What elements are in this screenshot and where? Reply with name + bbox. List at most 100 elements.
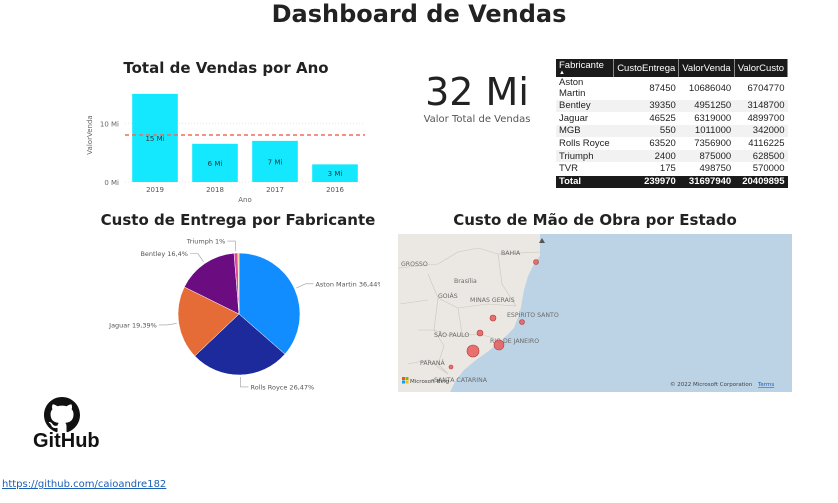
table-cell: 1011000	[678, 124, 735, 138]
column-header-valorvenda[interactable]: ValorVenda	[678, 59, 735, 77]
bing-logo-text: Microsoft Bing	[410, 379, 449, 385]
pie-data-label: Bentley 16,4%	[140, 250, 188, 258]
column-header-custoentrega[interactable]: CustoEntrega	[613, 59, 680, 77]
bar-data-label: 15 Mi	[145, 135, 164, 143]
table-total-cell: 31697940	[678, 175, 735, 189]
map-bubble[interactable]	[493, 339, 505, 351]
table-cell: Jaguar	[556, 112, 614, 126]
map-terms-link[interactable]: Terms	[757, 382, 774, 388]
table-total-cell: Total	[556, 175, 614, 189]
pie-leader-line	[239, 376, 249, 388]
map-label-parana: PARANÁ	[420, 358, 445, 367]
table-cell: MGB	[556, 124, 614, 138]
table-cell: Rolls Royce	[556, 137, 614, 151]
map-visual[interactable]: BAHIA GROSSO Brasília GOIÁS MINAS GERAIS…	[398, 234, 792, 392]
table-cell: 875000	[678, 149, 735, 163]
pie-leader-line	[296, 283, 314, 289]
pie-leader-line	[158, 323, 177, 326]
map-bubble[interactable]	[489, 314, 497, 322]
pie-leader-line	[189, 253, 204, 263]
github-icon	[44, 397, 80, 433]
table-cell: 342000	[734, 124, 788, 138]
table-cell: 46525	[613, 112, 679, 126]
map-label-goias: GOIÁS	[438, 291, 458, 300]
table-cell: 7356900	[678, 137, 735, 151]
table-row: MGB 550 1011000 342000	[556, 124, 788, 138]
bar-chart-title: Total de Vendas por Ano	[123, 59, 329, 77]
map-label-brasilia: Brasília	[454, 277, 477, 285]
map-bubble[interactable]	[448, 364, 454, 370]
bar-chart[interactable]: 0 Mi 10 Mi 15 Mi 2019 6 Mi 2018 7 Mi 2017 3 Mi 20…	[80, 82, 370, 207]
table-cell: Triumph	[556, 149, 614, 163]
table-cell: 570000	[734, 162, 788, 176]
column-header-valorcusto[interactable]: ValorCusto	[734, 59, 789, 77]
table-cell: 39350	[613, 99, 679, 113]
table-total-row: Total 239970 31697940 20409895	[556, 175, 788, 189]
y-tick-label: 10 Mi	[100, 120, 119, 128]
y-tick-label: 0 Mi	[104, 179, 119, 187]
table-cell: 6704770	[734, 77, 788, 100]
table-row: Triumph 2400 875000 628500	[556, 149, 788, 163]
map-bubble[interactable]	[519, 319, 525, 325]
table-cell: Aston Martin	[556, 77, 614, 100]
map-bubble[interactable]	[466, 344, 480, 358]
table-row: Rolls Royce 63520 7356900 4116225	[556, 137, 788, 151]
table-cell: 87450	[613, 77, 679, 100]
table-row: TVR 175 498750 570000	[556, 162, 788, 176]
github-link[interactable]: https://github.com/caioandre182	[2, 479, 166, 490]
sort-arrow-icon[interactable]: ▲	[559, 70, 610, 76]
map-label-minas-gerais: MINAS GERAIS	[470, 297, 515, 304]
bing-logo: Microsoft Bing	[402, 377, 449, 385]
map-copyright: © 2022 Microsoft Corporation	[670, 381, 753, 388]
map-bubble[interactable]	[476, 329, 484, 337]
table-total-cell: 20409895	[734, 175, 788, 189]
table-cell: Bentley	[556, 99, 614, 113]
x-tick-label: 2017	[266, 186, 284, 194]
map-title: Custo de Mão de Obra por Estado	[453, 211, 737, 229]
map-label-espirito-santo: ESPÍRITO SANTO	[507, 310, 559, 319]
table-cell: 2400	[613, 149, 679, 163]
table-header-row: Fabricante ▲ CustoEntrega ValorVenda Valo…	[556, 59, 789, 77]
pie-leader-line	[227, 240, 237, 252]
map-label-bahia: BAHIA	[501, 250, 521, 257]
pie-data-label: Jaguar 19,39%	[108, 321, 157, 329]
column-header-fabricante[interactable]: Fabricante ▲	[556, 59, 615, 77]
sales-table: Fabricante ▲ CustoEntrega ValorVenda Valo…	[556, 59, 789, 189]
table-total-cell: 239970	[613, 175, 679, 189]
table-cell: 10686040	[678, 77, 735, 100]
table-cell: 63520	[613, 137, 679, 151]
pie-chart[interactable]: Aston Martin 36,44% Rolls Royce 26,47% Jag…	[100, 234, 380, 394]
table-cell: 6319000	[678, 112, 735, 126]
table-cell: 4116225	[734, 137, 788, 151]
x-tick-label: 2019	[146, 186, 164, 194]
pie-chart-title: Custo de Entrega por Fabricante	[100, 211, 376, 229]
table-cell: TVR	[556, 162, 614, 176]
table-cell: 4899700	[734, 112, 788, 126]
table-row: Aston Martin 87450 10686040 6704770	[556, 77, 788, 100]
table-cell: 4951250	[678, 99, 735, 113]
bar-data-label: 6 Mi	[208, 160, 223, 168]
x-tick-label: 2018	[206, 186, 224, 194]
pie-data-label: Triumph 1%	[186, 238, 226, 246]
map-label-sao-paulo: SÃO PAULO	[434, 330, 469, 339]
table-cell: 498750	[678, 162, 735, 176]
bar-data-label: 7 Mi	[268, 158, 283, 166]
table-row: Bentley 39350 4951250 3148700	[556, 99, 788, 113]
map-label-grosso: GROSSO	[401, 261, 428, 268]
pie-data-label: Rolls Royce 26,47%	[250, 383, 314, 391]
table-cell: 175	[613, 162, 679, 176]
x-tick-label: 2016	[326, 186, 344, 194]
github-wordmark: GitHub	[33, 430, 100, 452]
dashboard-title: Dashboard de Vendas	[271, 0, 567, 28]
kpi-label: Valor Total de Vendas	[423, 114, 531, 125]
kpi-value: 32 Mi	[425, 70, 529, 114]
y-axis-label: ValorVenda	[86, 115, 94, 154]
table-cell: 550	[613, 124, 679, 138]
table-cell: 3148700	[734, 99, 788, 113]
bar-data-label: 3 Mi	[328, 170, 343, 178]
table-row: Jaguar 46525 6319000 4899700	[556, 112, 788, 126]
table-cell: 628500	[734, 149, 788, 163]
map-bubble[interactable]	[533, 259, 539, 265]
x-axis-label: Ano	[238, 196, 252, 204]
pie-data-label: Aston Martin 36,44%	[315, 280, 380, 288]
